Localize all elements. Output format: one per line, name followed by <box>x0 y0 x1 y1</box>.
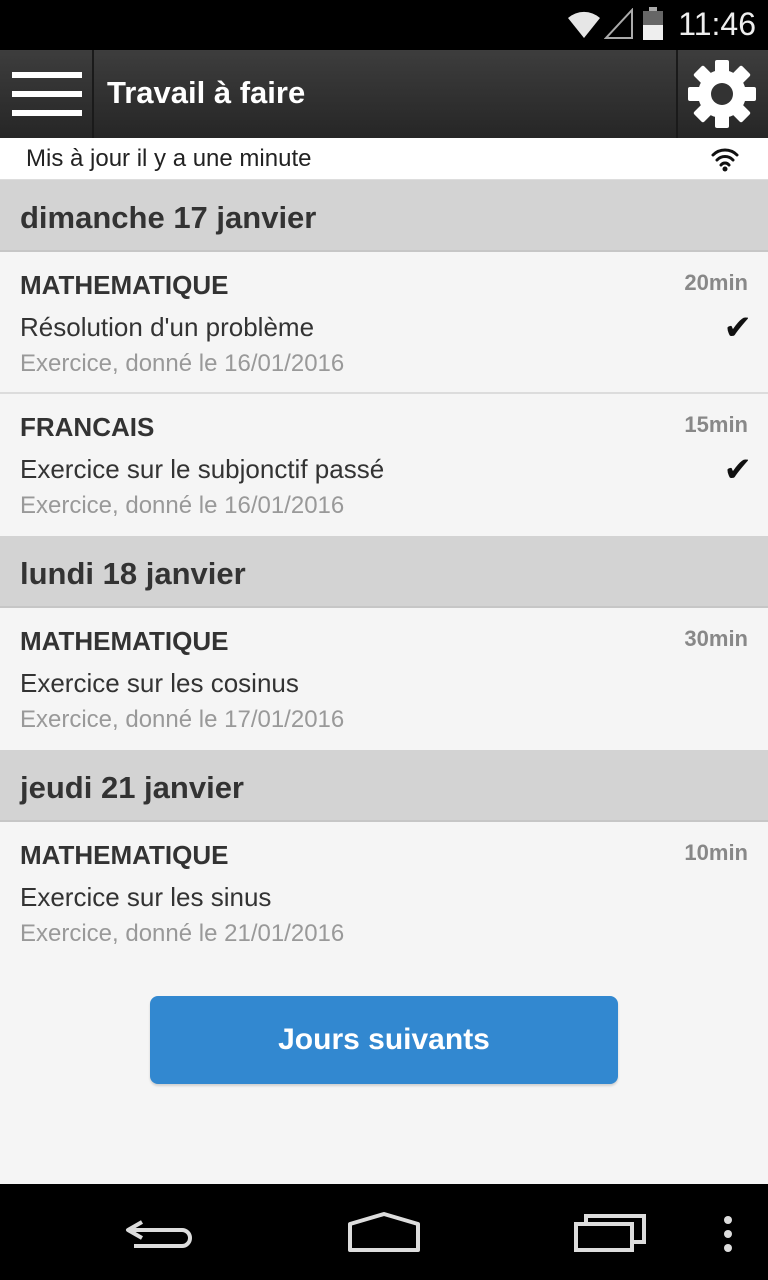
task-title: Résolution d'un problème <box>20 312 315 342</box>
duration-label: 30min <box>684 626 748 651</box>
task-meta: Exercice, donné le 21/01/2016 <box>20 920 345 947</box>
list-item[interactable]: FRANCAIS 15min Exercice sur le subjoncti… <box>0 394 768 536</box>
checkmark-icon[interactable]: ✔ <box>724 450 753 490</box>
day-header: lundi 18 janvier <box>0 536 768 608</box>
homework-list: dimanche 17 janvier MATHEMATIQUE 20min R… <box>0 180 768 964</box>
list-item[interactable]: MATHEMATIQUE 10min Exercice sur les sinu… <box>0 822 768 964</box>
battery-icon <box>643 7 663 40</box>
settings-button[interactable] <box>676 50 768 138</box>
task-title: Exercice sur les cosinus <box>20 668 299 698</box>
duration-label: 15min <box>684 412 748 437</box>
signal-icon <box>604 8 633 39</box>
day-label: lundi 18 janvier <box>20 556 246 591</box>
duration-label: 10min <box>684 840 748 865</box>
day-header: dimanche 17 janvier <box>0 180 768 252</box>
task-title: Exercice sur le subjonctif passé <box>20 454 385 484</box>
system-nav-bar <box>0 1184 768 1280</box>
subject-label: MATHEMATIQUE <box>20 626 229 656</box>
status-bar: 11:46 <box>0 0 768 50</box>
task-meta: Exercice, donné le 17/01/2016 <box>20 706 345 733</box>
sync-status-bar: Mis à jour il y a une minute <box>0 138 768 180</box>
day-header: jeudi 21 janvier <box>0 750 768 822</box>
page-title: Travail à faire <box>107 75 306 110</box>
checkmark-icon[interactable]: ✔ <box>724 308 753 348</box>
day-label: jeudi 21 janvier <box>20 770 244 805</box>
hamburger-menu-icon[interactable] <box>0 50 94 138</box>
wifi-icon <box>568 11 600 38</box>
app-bar: Travail à faire <box>0 50 768 138</box>
home-icon[interactable] <box>344 1202 424 1262</box>
task-title: Exercice sur les sinus <box>20 882 272 912</box>
sync-status-text: Mis à jour il y a une minute <box>26 145 312 172</box>
task-meta: Exercice, donné le 16/01/2016 <box>20 350 345 377</box>
next-days-button[interactable]: Jours suivants <box>150 996 618 1084</box>
subject-label: FRANCAIS <box>20 412 155 442</box>
back-icon[interactable] <box>120 1202 200 1262</box>
recent-apps-icon[interactable] <box>572 1202 652 1262</box>
status-clock: 11:46 <box>678 6 756 42</box>
gear-icon <box>688 60 756 128</box>
list-item[interactable]: MATHEMATIQUE 20min Résolution d'un probl… <box>0 252 768 394</box>
day-label: dimanche 17 janvier <box>20 200 317 235</box>
overflow-menu-icon[interactable] <box>718 1214 738 1254</box>
subject-label: MATHEMATIQUE <box>20 840 229 870</box>
list-item[interactable]: MATHEMATIQUE 30min Exercice sur les cosi… <box>0 608 768 750</box>
duration-label: 20min <box>684 270 748 295</box>
task-meta: Exercice, donné le 16/01/2016 <box>20 492 345 519</box>
wifi-icon <box>711 148 739 172</box>
subject-label: MATHEMATIQUE <box>20 270 229 300</box>
